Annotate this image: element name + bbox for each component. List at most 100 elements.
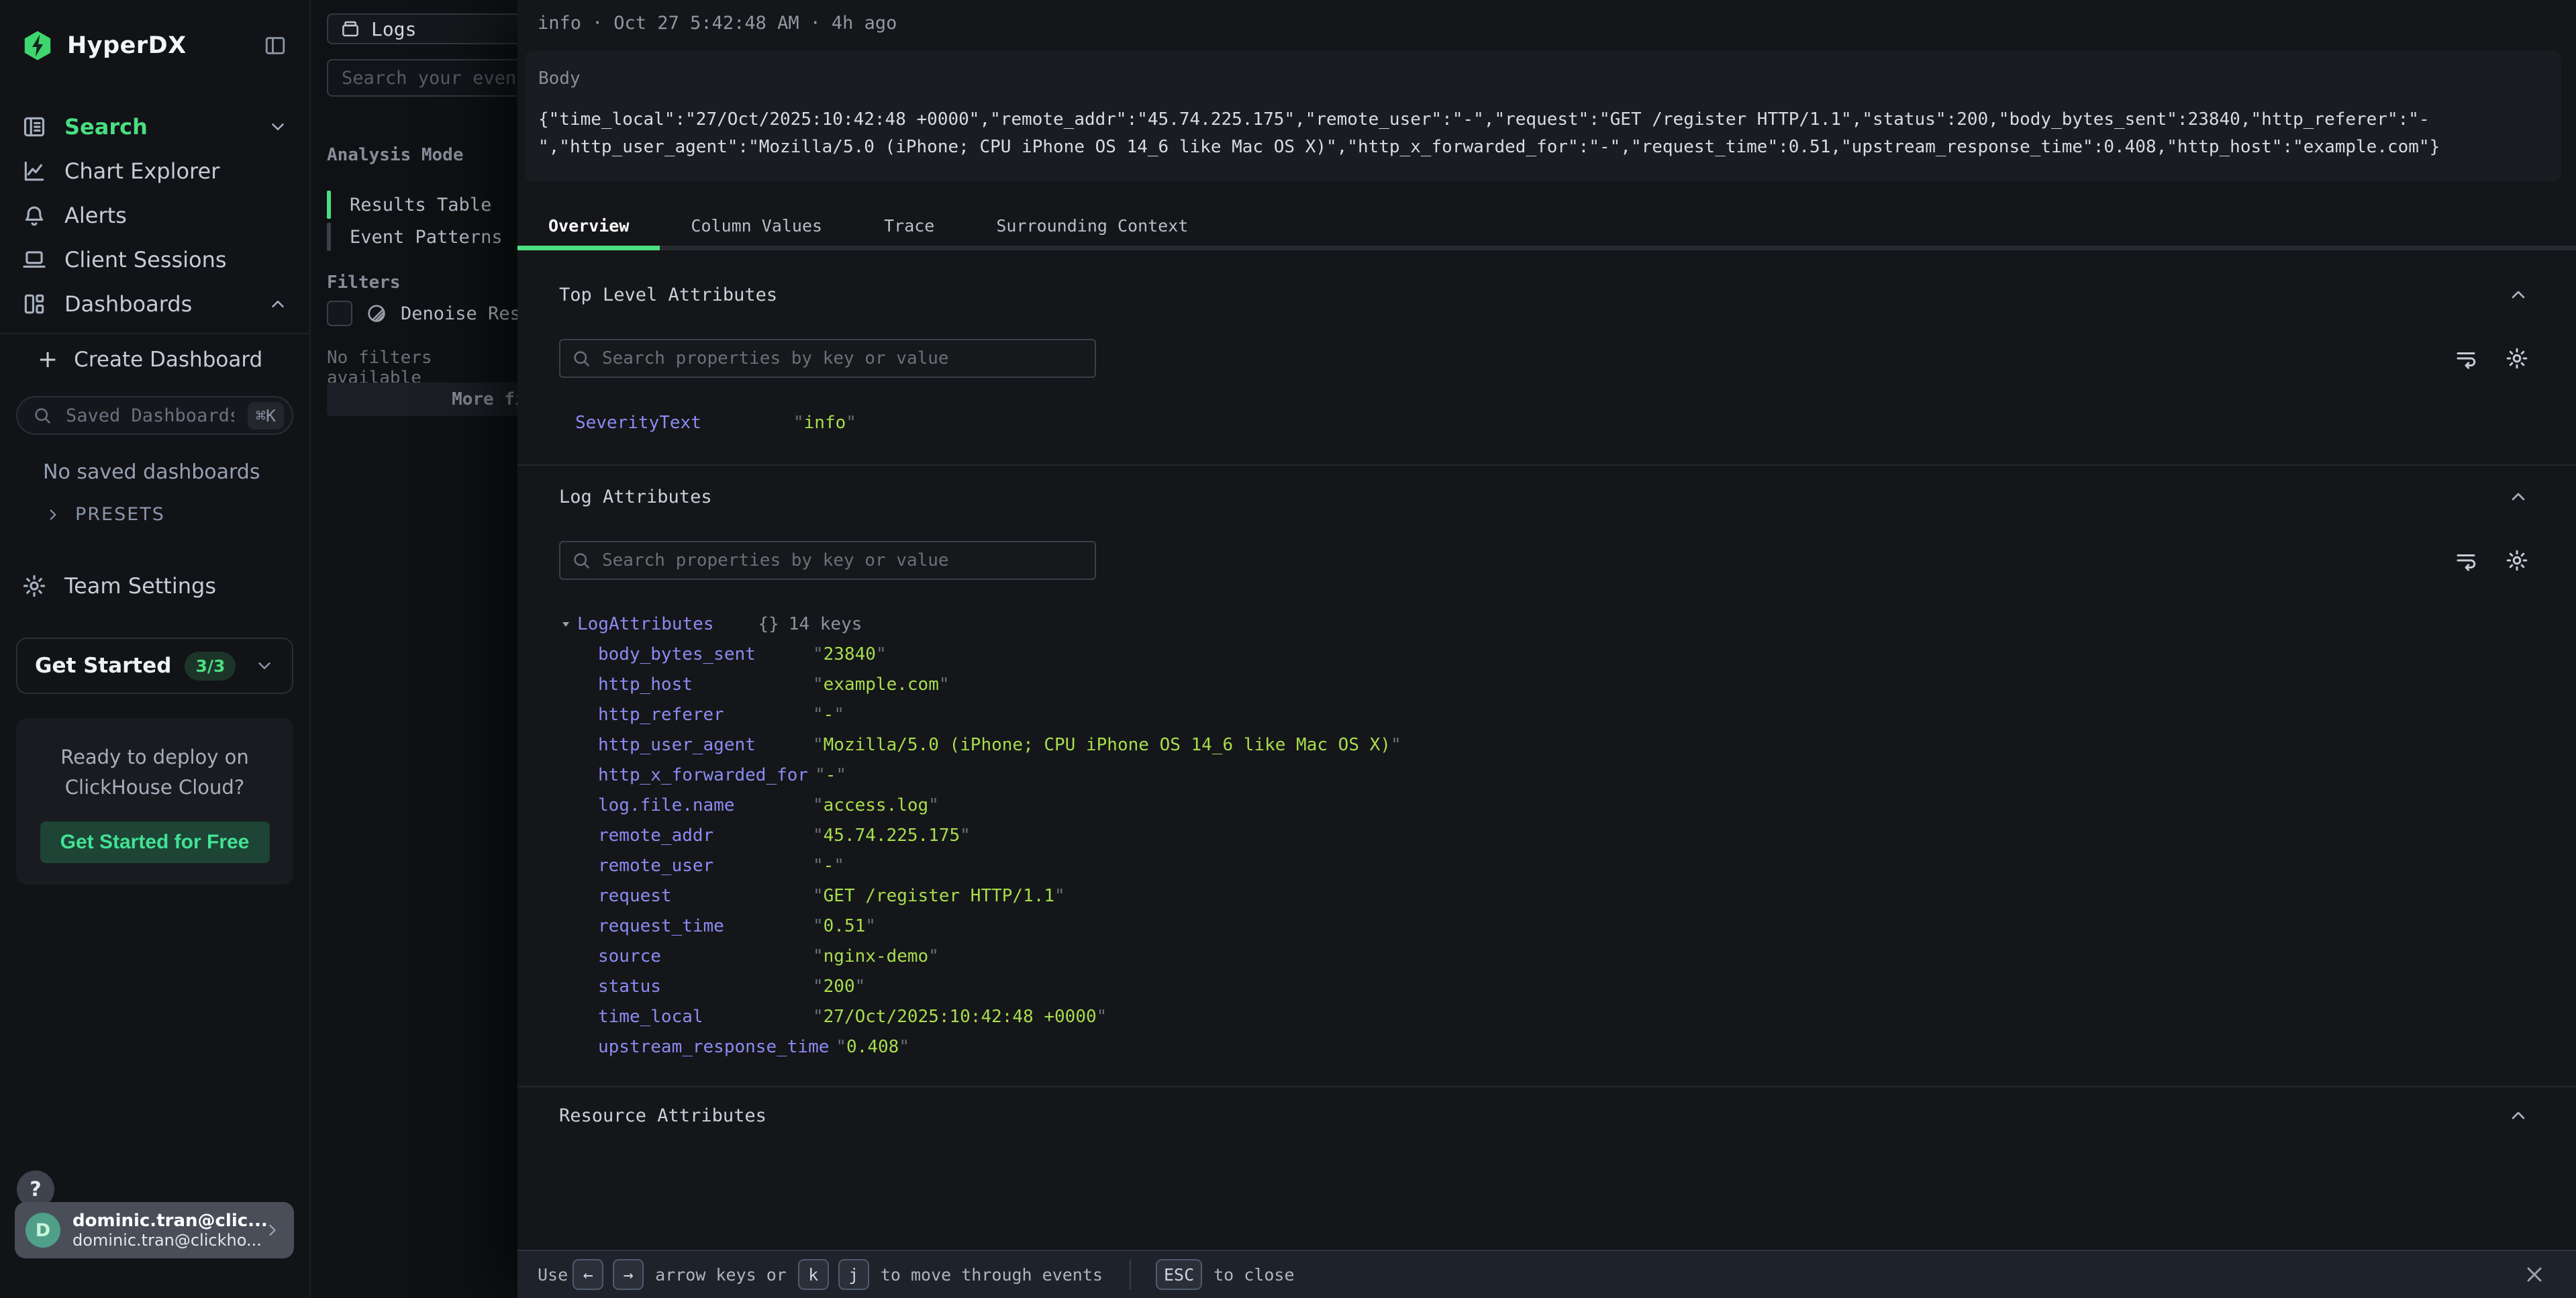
sidebar-nav: Search Chart Explorer Alerts Client Sess…	[0, 105, 309, 326]
search-explorer-panel: Logs Analysis Mode Results Table Event P…	[311, 0, 517, 1298]
tab-trace[interactable]: Trace	[853, 208, 965, 246]
attribute-value[interactable]: "-"	[813, 705, 844, 725]
get-started-free-button[interactable]: Get Started for Free	[40, 821, 270, 863]
attribute-key[interactable]: http_referer	[598, 705, 813, 725]
mode-results-table[interactable]: Results Table	[327, 189, 517, 220]
attribute-key[interactable]: status	[598, 977, 813, 997]
create-dashboard-button[interactable]: + Create Dashboard	[0, 338, 309, 381]
tab-overview[interactable]: Overview	[517, 208, 660, 246]
attribute-key[interactable]: remote_addr	[598, 826, 813, 846]
body-json-text[interactable]: {"time_local":"27/Oct/2025:10:42:48 +000…	[538, 106, 2448, 161]
attribute-value[interactable]: "200"	[813, 977, 865, 997]
chevron-up-icon[interactable]	[2508, 1105, 2529, 1126]
brand-row: HyperDX	[21, 30, 287, 62]
avatar: D	[26, 1213, 60, 1248]
attribute-key[interactable]: http_host	[598, 675, 813, 695]
attribute-key[interactable]: time_local	[598, 1007, 813, 1027]
denoise-icon	[366, 303, 387, 324]
gear-icon[interactable]	[2505, 548, 2529, 572]
key-j: j	[838, 1259, 869, 1290]
text-wrap-icon[interactable]	[2454, 346, 2478, 370]
attribute-value[interactable]: "0.51"	[813, 916, 876, 936]
key-arrow-left: ←	[573, 1259, 603, 1290]
toolbar-icons	[2454, 346, 2529, 370]
attribute-key[interactable]: request	[598, 886, 813, 906]
attribute-key[interactable]: upstream_response_time	[598, 1037, 836, 1057]
saved-dashboards-search[interactable]: ⌘K	[16, 396, 293, 435]
chevron-down-icon[interactable]	[268, 117, 288, 137]
source-select-label: Logs	[371, 18, 416, 40]
search-icon	[32, 405, 52, 426]
sidebar-item-chart-explorer[interactable]: Chart Explorer	[0, 149, 309, 193]
property-search-input[interactable]	[601, 550, 1084, 571]
attribute-row: time_local"27/Oct/2025:10:42:48 +0000"	[598, 1001, 2529, 1032]
sidebar-item-alerts[interactable]: Alerts	[0, 193, 309, 238]
tree-children: body_bytes_sent"23840" http_host"example…	[561, 639, 2529, 1062]
attribute-row: http_user_agent"Mozilla/5.0 (iPhone; CPU…	[598, 730, 2529, 760]
attribute-value[interactable]: "23840"	[813, 644, 887, 664]
caret-down-icon[interactable]	[561, 619, 571, 629]
attribute-value[interactable]: "45.74.225.175"	[813, 826, 971, 846]
separator-dot: ·	[592, 13, 603, 34]
chevron-up-icon[interactable]	[2508, 284, 2529, 305]
dashboard-grid-icon	[21, 291, 47, 317]
sidebar-item-dashboards[interactable]: Dashboards	[0, 282, 309, 326]
denoise-checkbox[interactable]	[327, 301, 352, 326]
promo-line-2: ClickHouse Cloud?	[34, 772, 276, 803]
laptop-icon	[21, 247, 47, 272]
section-toolbar	[559, 541, 2529, 580]
gear-icon[interactable]	[2505, 346, 2529, 370]
property-search[interactable]	[559, 541, 1096, 580]
attribute-key[interactable]: remote_user	[598, 856, 813, 876]
property-search-input[interactable]	[601, 348, 1084, 369]
chevron-up-icon[interactable]	[2508, 486, 2529, 507]
tab-surrounding-context[interactable]: Surrounding Context	[965, 208, 1219, 246]
attribute-value[interactable]: "info"	[793, 413, 856, 433]
tree-root-key[interactable]: LogAttributes	[577, 614, 714, 634]
attribute-row: remote_addr"45.74.225.175"	[598, 820, 2529, 850]
sidebar-collapse-button[interactable]	[264, 34, 287, 57]
property-search[interactable]	[559, 339, 1096, 378]
attribute-value[interactable]: "nginx-demo"	[813, 946, 939, 966]
footer-text: Use	[538, 1265, 568, 1285]
attribute-value[interactable]: "example.com"	[813, 675, 950, 695]
attribute-key[interactable]: log.file.name	[598, 795, 813, 815]
attribute-value[interactable]: "Mozilla/5.0 (iPhone; CPU iPhone OS 14_6…	[813, 735, 1401, 755]
more-filters-button[interactable]: More filters	[327, 383, 517, 416]
attribute-value[interactable]: "-"	[815, 765, 846, 785]
section-title: Log Attributes	[559, 487, 712, 507]
presets-toggle[interactable]: PRESETS	[44, 504, 309, 525]
chevron-up-icon[interactable]	[268, 294, 288, 314]
saved-dashboards-input[interactable]	[64, 405, 236, 427]
source-select-button[interactable]: Logs	[327, 13, 517, 44]
attribute-key[interactable]: SeverityText	[575, 413, 793, 433]
close-icon[interactable]	[2522, 1262, 2546, 1287]
denoise-results-option[interactable]: Denoise Results	[327, 301, 517, 326]
attribute-key[interactable]: http_user_agent	[598, 735, 813, 755]
event-search-input[interactable]	[327, 59, 517, 97]
attribute-list: SeverityText "info"	[559, 407, 2529, 438]
attribute-key[interactable]: source	[598, 946, 813, 966]
team-settings-item[interactable]: Team Settings	[21, 573, 309, 599]
tree-root-row[interactable]: LogAttributes {}14 keys	[561, 609, 2529, 639]
attribute-row: source"nginx-demo"	[598, 941, 2529, 971]
attribute-value[interactable]: "0.408"	[836, 1037, 909, 1057]
attribute-value[interactable]: "-"	[813, 856, 844, 876]
footer-text: to move through events	[881, 1265, 1103, 1285]
attribute-key[interactable]: body_bytes_sent	[598, 644, 813, 664]
presets-label: PRESETS	[75, 504, 165, 525]
sidebar-item-client-sessions[interactable]: Client Sessions	[0, 238, 309, 282]
get-started-toggle[interactable]: Get Started 3/3	[16, 638, 293, 694]
text-wrap-icon[interactable]	[2454, 548, 2478, 572]
attribute-key[interactable]: request_time	[598, 916, 813, 936]
sidebar-item-search[interactable]: Search	[0, 105, 309, 149]
user-account-chip[interactable]: D dominic.tran@clic... dominic.tran@clic…	[15, 1202, 294, 1258]
attribute-value[interactable]: "access.log"	[813, 795, 939, 815]
attribute-value[interactable]: "GET /register HTTP/1.1"	[813, 886, 1065, 906]
attribute-key[interactable]: http_x_forwarded_for	[598, 765, 815, 785]
section-header: Top Level Attributes	[559, 284, 2529, 305]
inactive-bar	[327, 223, 331, 251]
mode-event-patterns[interactable]: Event Patterns	[327, 221, 517, 252]
tab-column-values[interactable]: Column Values	[660, 208, 853, 246]
attribute-value[interactable]: "27/Oct/2025:10:42:48 +0000"	[813, 1007, 1107, 1027]
